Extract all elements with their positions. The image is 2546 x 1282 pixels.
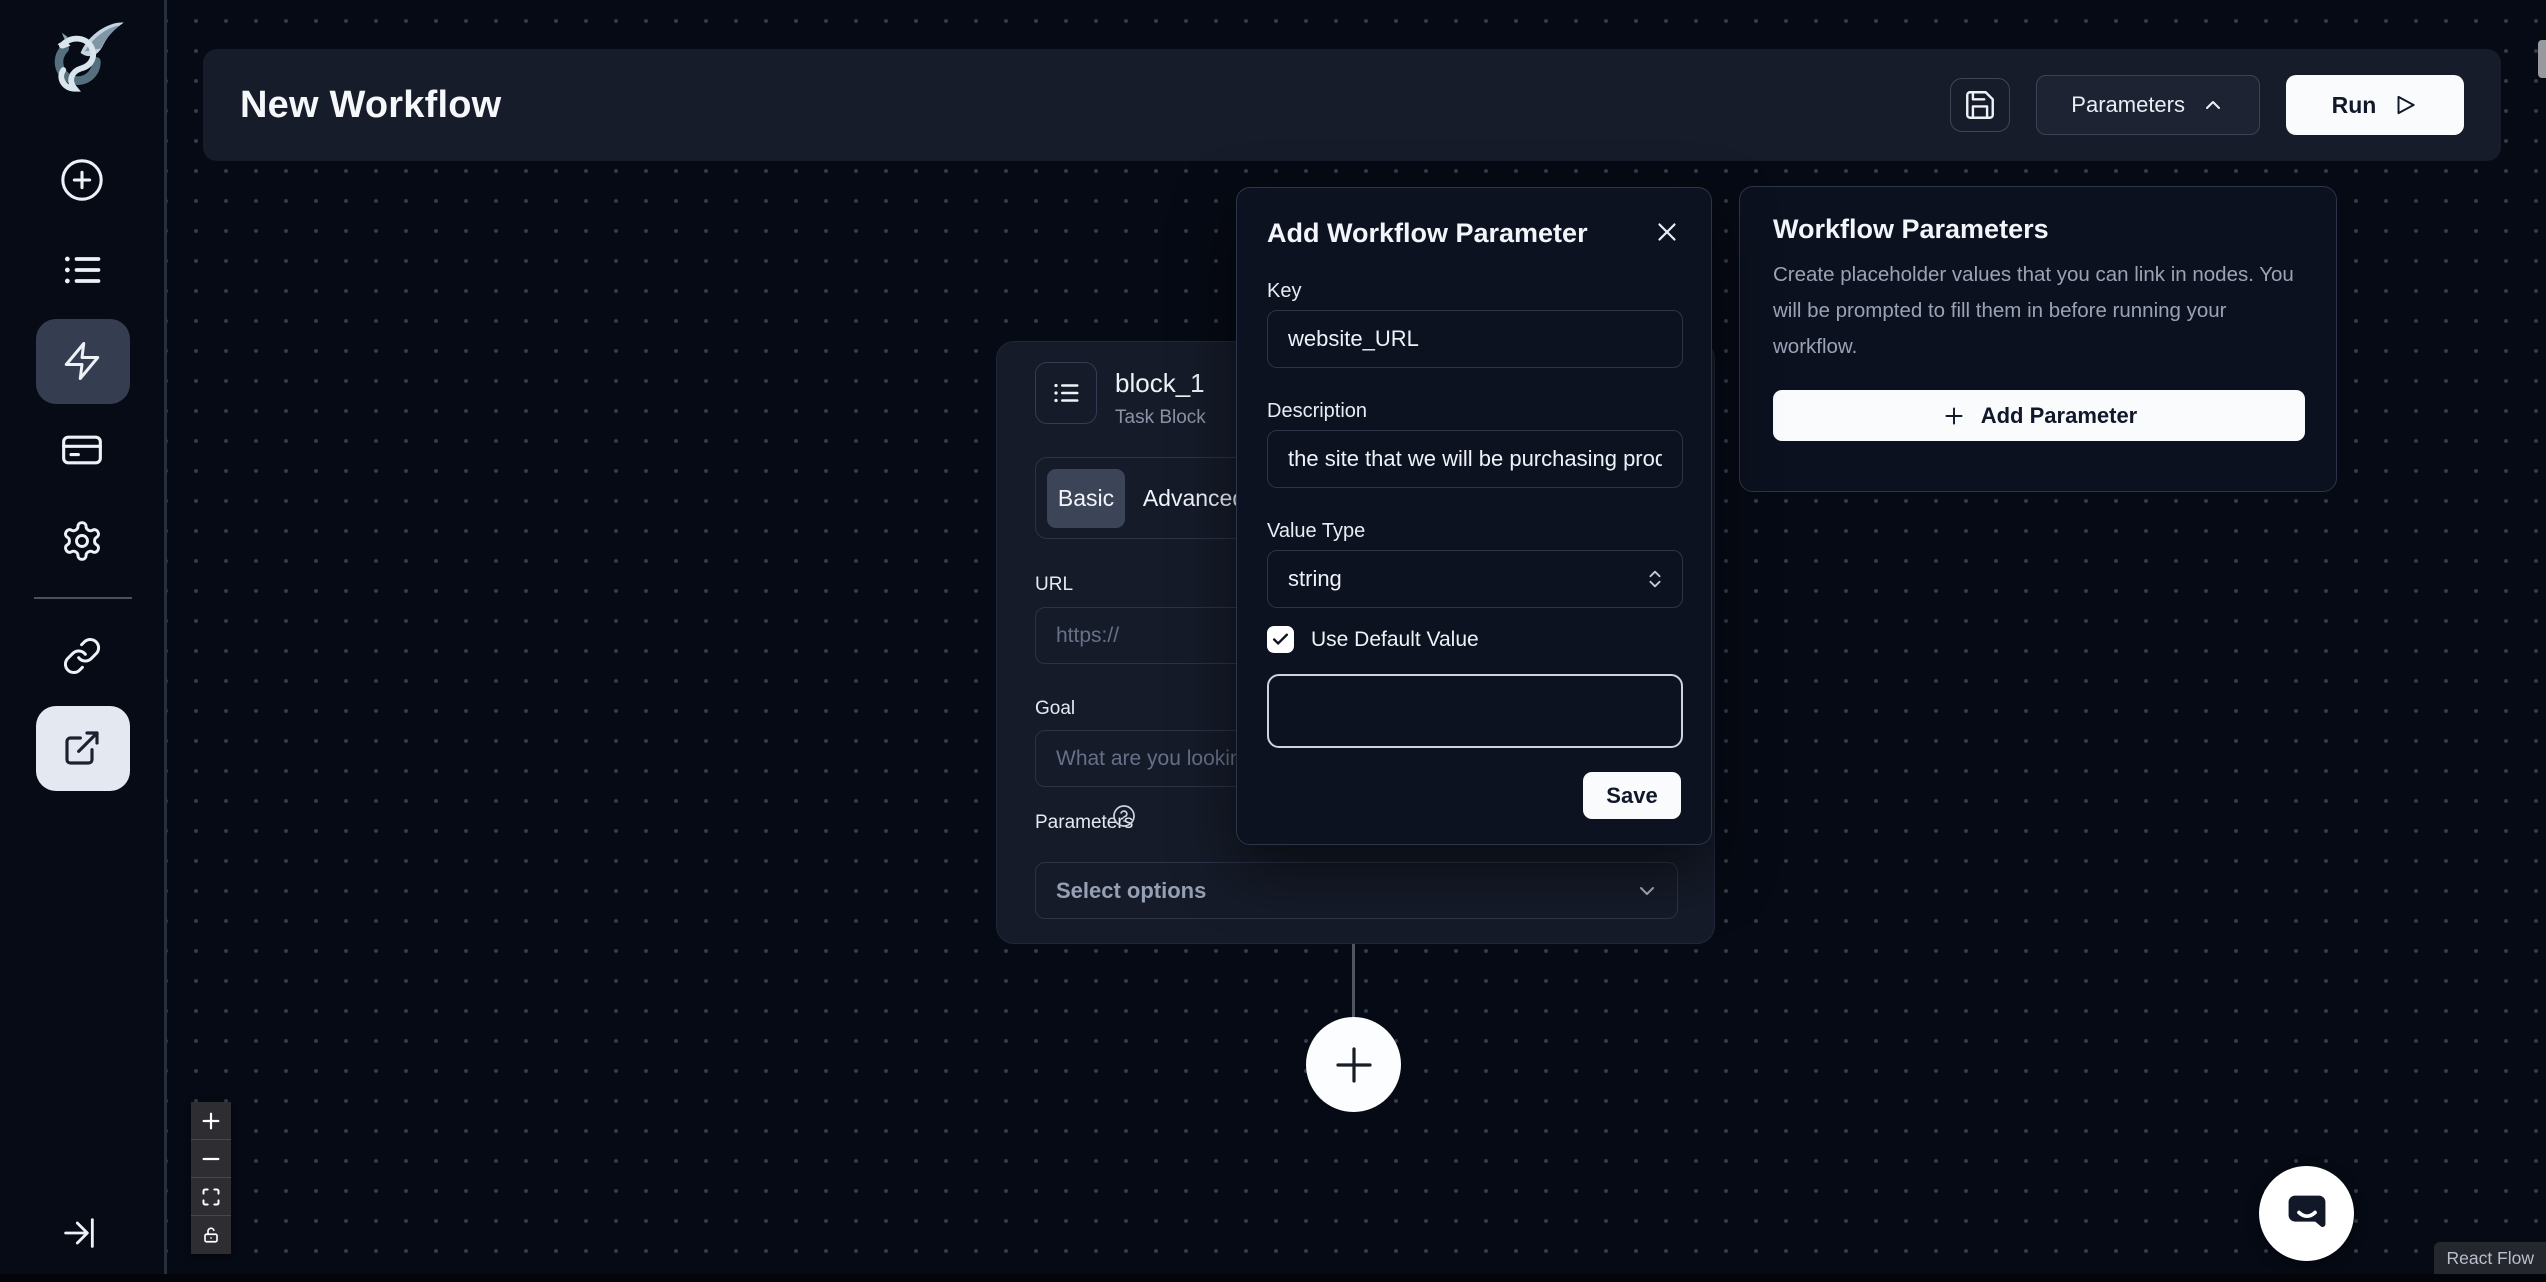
panel-description: Create placeholder values that you can l…: [1773, 257, 2311, 365]
use-default-value-row[interactable]: Use Default Value: [1267, 626, 1479, 653]
create-new-button[interactable]: [59, 157, 105, 203]
chevron-up-icon: [2201, 93, 2225, 117]
key-input[interactable]: [1267, 310, 1683, 368]
default-value-textarea[interactable]: [1267, 674, 1683, 748]
zoom-in-button[interactable]: [191, 1102, 231, 1140]
value-type-selected: string: [1288, 566, 1342, 592]
description-label: Description: [1267, 400, 1367, 423]
tab-basic[interactable]: Basic: [1047, 469, 1125, 528]
key-label: Key: [1267, 280, 1301, 303]
plus-icon: [1941, 403, 1967, 429]
lock-button[interactable]: [191, 1216, 231, 1254]
settings-gear-button[interactable]: [60, 519, 104, 563]
description-input[interactable]: [1267, 430, 1683, 488]
goal-label: Goal: [1035, 698, 1075, 720]
run-button-label: Run: [2332, 92, 2377, 119]
app-logo-dragon[interactable]: [36, 14, 128, 106]
attribution-label: React Flow: [2446, 1248, 2534, 1269]
plus-icon: [1330, 1041, 1378, 1089]
sidebar-divider: [34, 597, 132, 599]
chevrons-up-down-icon: [1644, 568, 1666, 590]
scrollbar-thumb[interactable]: [2538, 40, 2546, 78]
save-workflow-button[interactable]: [1950, 78, 2010, 132]
runs-list-button[interactable]: [60, 248, 104, 292]
support-chat-button[interactable]: [2259, 1166, 2354, 1261]
save-floppy-icon: [1963, 88, 1997, 122]
sidebar: [0, 0, 167, 1282]
select-placeholder: Select options: [1056, 878, 1206, 904]
value-type-label: Value Type: [1267, 520, 1365, 543]
parameters-toggle-button[interactable]: Parameters: [2036, 75, 2260, 135]
window-bottom-edge: [0, 1274, 2546, 1282]
add-parameter-button[interactable]: Add Parameter: [1773, 390, 2305, 441]
react-flow-attribution[interactable]: React Flow: [2434, 1242, 2546, 1274]
parameters-multiselect[interactable]: Select options: [1035, 862, 1678, 919]
workflows-lightning-icon[interactable]: [61, 340, 103, 382]
workflow-header-panel: New Workflow Parameters: [203, 49, 2501, 161]
header-actions: Parameters Run: [1950, 49, 2464, 161]
modal-title: Add Workflow Parameter: [1267, 218, 1588, 249]
link-button[interactable]: [62, 636, 102, 676]
fit-view-button[interactable]: [191, 1178, 231, 1216]
canvas-controls: [191, 1102, 231, 1254]
block-name[interactable]: block_1: [1115, 368, 1206, 399]
chat-bubble-icon: [2281, 1188, 2333, 1240]
external-link-icon[interactable]: [62, 728, 102, 768]
run-workflow-button[interactable]: Run: [2286, 75, 2464, 135]
page-title: New Workflow: [240, 84, 501, 127]
save-button-label: Save: [1606, 783, 1657, 809]
task-block-header: block_1 Task Block: [1035, 362, 1206, 429]
zoom-out-button[interactable]: [191, 1140, 231, 1178]
url-label: URL: [1035, 574, 1073, 596]
parameters-button-label: Parameters: [2071, 92, 2185, 118]
app-window: New Workflow Parameters: [0, 0, 2546, 1282]
value-type-select[interactable]: string: [1267, 550, 1683, 608]
add-block-node[interactable]: [1306, 1017, 1401, 1112]
billing-card-button[interactable]: [60, 428, 104, 472]
use-default-value-label: Use Default Value: [1311, 628, 1479, 652]
help-circle-icon[interactable]: [1112, 804, 1136, 828]
panel-title: Workflow Parameters: [1773, 214, 2049, 245]
add-workflow-parameter-modal: Add Workflow Parameter Key Description V…: [1236, 187, 1712, 845]
add-parameter-label: Add Parameter: [1981, 403, 2138, 429]
workflow-edge: [1352, 944, 1355, 1018]
workflow-parameters-panel: Workflow Parameters Create placeholder v…: [1739, 186, 2337, 492]
block-type-label: Task Block: [1115, 407, 1206, 429]
chevron-down-icon: [1635, 879, 1659, 903]
close-icon[interactable]: [1649, 214, 1685, 250]
collapse-sidebar-icon[interactable]: [59, 1213, 99, 1253]
checkbox-checked[interactable]: [1267, 626, 1294, 653]
play-icon: [2392, 92, 2418, 118]
task-block-list-icon: [1035, 362, 1097, 424]
save-parameter-button[interactable]: Save: [1583, 772, 1681, 819]
